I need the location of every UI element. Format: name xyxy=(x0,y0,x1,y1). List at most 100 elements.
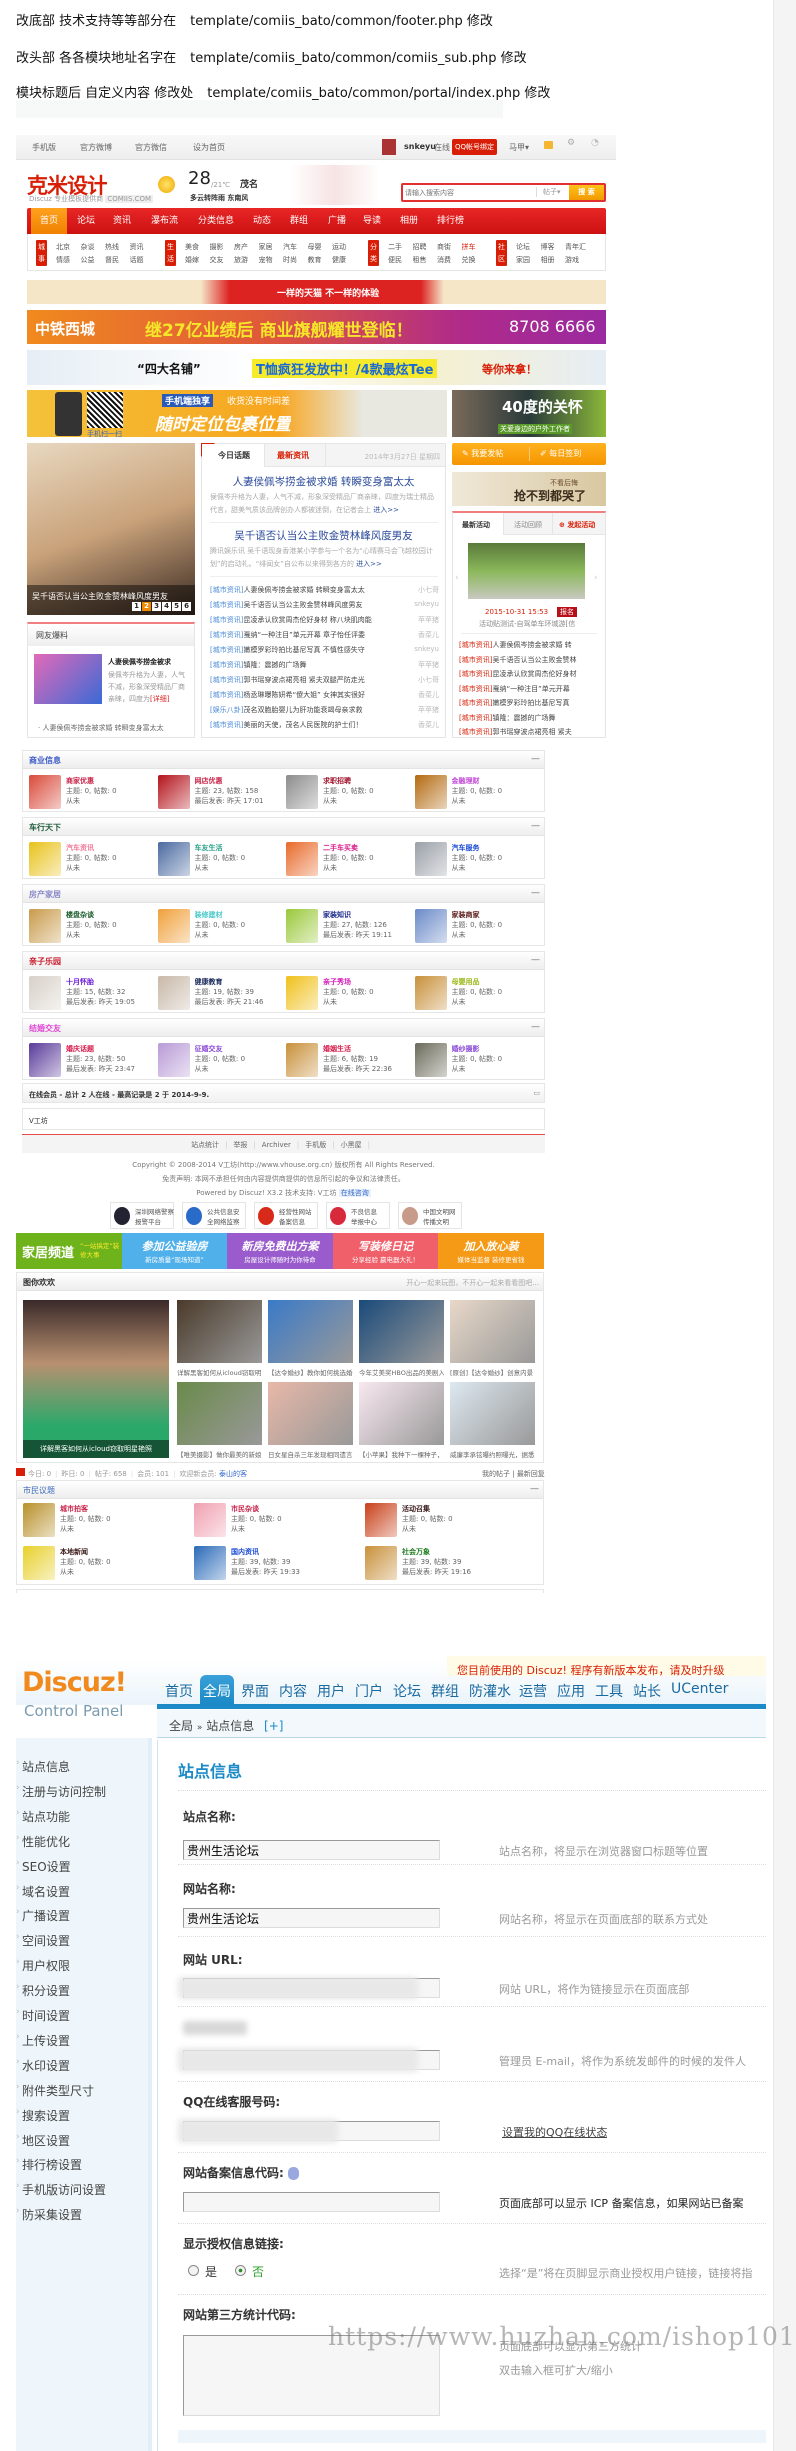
subnav-item[interactable]: 博客 xyxy=(541,242,555,252)
baoliao-list-item[interactable]: · 人妻侯佩岑捞金被求婚 转瞬变身富太太 xyxy=(38,723,164,733)
news-title[interactable]: 戛纳“一种注目”单元开幕 章子怡任评委 xyxy=(243,631,364,639)
promo-banner[interactable]: 参加公益验房 新房质量“现场知道” xyxy=(121,1233,228,1269)
admin-sidebar-item[interactable]: › 地区设置 xyxy=(16,2132,70,2149)
forum-item[interactable]: 国内资讯 主题: 39, 帖数: 39 最后发表: 昨天 19:33 xyxy=(194,1546,319,1582)
forum-name[interactable]: 亲子秀场 xyxy=(323,977,351,987)
picture-caption[interactable]: 威廉李承铉曝约照曝光，据悉 xyxy=(450,1449,535,1459)
admin-sidebar-item[interactable]: › 站点功能 xyxy=(16,1808,70,1825)
picture-thumb[interactable] xyxy=(359,1382,444,1445)
admin-nav-tab[interactable]: 防灌水 xyxy=(466,1678,514,1702)
picture-caption[interactable]: 【小苹果】我种下一棵种子， xyxy=(359,1449,444,1459)
forum-name[interactable]: 网店优惠 xyxy=(195,776,223,786)
nav-item[interactable]: 分类信息 xyxy=(198,208,234,234)
newest-member-link[interactable]: 泰山的客 xyxy=(219,1470,247,1478)
news-title[interactable]: 郭书瑶穿波点裙亮相 紧夫双腿严防走光 xyxy=(243,676,364,684)
news-tag[interactable]: [城市资讯] xyxy=(210,676,243,684)
news-tag[interactable]: [城市资讯] xyxy=(459,714,492,722)
forum-icon[interactable] xyxy=(414,1043,447,1077)
news-title[interactable]: 郭书瑶穿波点裙亮相 紧夫 xyxy=(492,728,571,736)
subnav-item[interactable]: 健康 xyxy=(332,255,346,265)
news-list-item[interactable]: [娱乐八卦]茂名双胞胎婴儿为肝功能衰竭母亲求救 xyxy=(210,705,400,715)
news-list-item[interactable]: [城市资讯]人妻侯佩岑捞金被求婚 转瞬变身富太太 xyxy=(210,585,400,595)
subnav-item[interactable]: 摄影 xyxy=(210,242,224,252)
more-link[interactable]: 进入>> xyxy=(356,560,382,568)
collapse-icon[interactable]: — xyxy=(531,754,540,764)
trust-badge[interactable]: 中国文明网 传播文明 xyxy=(398,1202,462,1229)
topbar-link[interactable]: 官方微信 xyxy=(135,142,167,153)
forum-item[interactable]: 求职招聘 主题: 0, 帖数: 0 从未 xyxy=(286,775,411,811)
baoliao-image[interactable] xyxy=(34,654,102,704)
news-list-item[interactable]: [城市资讯]杨丞琳曝陈妍希“傻大姐” 女神其实很好 xyxy=(210,690,400,700)
subnav-item[interactable]: 宠物 xyxy=(259,255,273,265)
forum-item[interactable]: 装修建材 主题: 0, 帖数: 0 从未 xyxy=(157,909,283,945)
news-title[interactable]: 嫩模罗彩玲拍比基尼写真 不慎性感失守 xyxy=(243,646,364,654)
subnav-item[interactable]: 公益 xyxy=(81,255,95,265)
featured-slider[interactable]: 吴千语否认当公主败金赞林峰风度男友 123456 xyxy=(27,443,195,615)
admin-sidebar-item[interactable]: › 水印设置 xyxy=(16,2057,70,2074)
promo-banner[interactable]: 加入放心装 媒体当监督 装修更省钱 xyxy=(438,1233,544,1269)
news-title[interactable]: 戛纳“一种注目”单元开幕 xyxy=(492,685,569,693)
news-author[interactable]: 小七哥 xyxy=(418,675,439,685)
news-author[interactable]: 香菜儿 xyxy=(418,720,439,730)
admin-sidebar-item[interactable]: › 搜索设置 xyxy=(16,2107,70,2124)
more-link[interactable]: 进入>> xyxy=(373,506,399,514)
forum-item[interactable]: 社会万象 主题: 39, 帖数: 39 最后发表: 昨天 19:16 xyxy=(365,1546,490,1582)
forum-name[interactable]: 母婴用品 xyxy=(452,977,480,987)
picture-caption[interactable]: 日女星自杀三年发现相同遗言 xyxy=(268,1449,353,1459)
news-title[interactable]: 镇隆：震撼的广场舞 xyxy=(243,661,306,669)
discuz-logo[interactable]: Discuz! xyxy=(22,1667,126,1698)
admin-sidebar-item[interactable]: › 积分设置 xyxy=(16,1982,70,1999)
forum-icon[interactable] xyxy=(365,1503,397,1537)
forum-name[interactable]: 健康教育 xyxy=(195,977,223,987)
picture-caption[interactable]: [原创]【达令婚纱】创意内景 xyxy=(450,1367,535,1377)
forum-icon[interactable] xyxy=(157,842,190,876)
subnav-item[interactable]: 相册 xyxy=(541,255,555,265)
collapse-icon[interactable]: — xyxy=(530,1484,539,1494)
subnav-item[interactable]: 运动 xyxy=(332,242,346,252)
news-tag[interactable]: [娱乐八卦] xyxy=(210,706,243,714)
tab-latest-activity[interactable]: 最新活动 xyxy=(453,513,503,536)
subnav-item[interactable]: 家园 xyxy=(516,255,530,265)
forum-item[interactable]: 二手车买卖 主题: 0, 帖数: 0 从未 xyxy=(286,842,411,878)
forum-item[interactable]: 车友生活 主题: 0, 帖数: 0 从未 xyxy=(157,842,283,878)
forum-name[interactable]: 装修建材 xyxy=(195,910,223,920)
picture-caption[interactable]: 【达令婚纱】教你如何挑选婚 xyxy=(268,1367,353,1377)
forum-icon[interactable] xyxy=(414,842,447,876)
admin-sidebar-item[interactable]: › 防采集设置 xyxy=(16,2206,82,2223)
forum-item[interactable]: 婚庆话题 主题: 23, 帖数: 50 最后发表: 昨天 23:47 xyxy=(29,1043,154,1079)
forum-name[interactable]: 征婚交友 xyxy=(195,1044,223,1054)
slider-page-button[interactable]: 6 xyxy=(182,602,191,611)
activity-list-item[interactable]: [城市资讯]镇隆：震撼的广场舞 xyxy=(459,713,599,723)
slider-page-button[interactable]: 3 xyxy=(152,602,161,611)
slider-page-button[interactable]: 4 xyxy=(162,602,171,611)
footer-link[interactable]: 站点统计 xyxy=(191,1141,219,1149)
news-author[interactable]: 苹苹猪 xyxy=(418,660,439,670)
trust-badge[interactable]: 公共信息安 全网络监察 xyxy=(182,1202,246,1229)
admin-sidebar-item[interactable]: › 用户权限 xyxy=(16,1957,70,1974)
admin-nav-tab[interactable]: 首页 xyxy=(162,1678,196,1702)
promo-banner[interactable]: 新房免费出方案 房屋设计师随时为你待命 xyxy=(227,1233,333,1269)
footer-link[interactable]: 手机版 xyxy=(305,1141,326,1149)
news-title[interactable]: 镇隆：震撼的广场舞 xyxy=(492,714,555,722)
forum-icon[interactable] xyxy=(286,842,318,876)
user-avatar[interactable] xyxy=(382,139,396,155)
forum-icon[interactable] xyxy=(286,909,318,943)
forum-item[interactable]: 楼盘杂谈 主题: 0, 帖数: 0 从未 xyxy=(29,909,154,945)
activity-list-item[interactable]: [城市资讯]人妻侯佩岑捞金被求婚 转 xyxy=(459,640,599,650)
upgrade-notice[interactable]: 您目前使用的 Discuz! 程序有新版本发布，请及时升级 xyxy=(447,1656,766,1676)
forum-item[interactable]: 汽车服务 主题: 0, 帖数: 0 从未 xyxy=(414,842,540,878)
forum-name[interactable]: 市民杂谈 xyxy=(231,1504,259,1514)
my-posts-link[interactable]: 我的帖子 xyxy=(482,1470,510,1478)
forum-name[interactable]: 商家优惠 xyxy=(66,776,94,786)
tmall-banner-ad[interactable]: 一样的天猫 不一样的体验 xyxy=(27,280,606,304)
activity-list-item[interactable]: [城市资讯]戛纳“一种注目”单元开幕 xyxy=(459,684,599,694)
admin-sidebar-item[interactable]: › 附件类型尺寸 xyxy=(16,2082,94,2099)
subnav-item[interactable]: 汽车 xyxy=(283,242,297,252)
qq-bind-button[interactable]: QQ帐号绑定 xyxy=(452,139,498,155)
news-title[interactable]: 杨丞琳曝陈妍希“傻大姐” 女神其实很好 xyxy=(243,691,364,699)
forum-name[interactable]: 城市拍客 xyxy=(60,1504,88,1514)
signup-badge[interactable]: 报名 xyxy=(557,607,577,617)
baoliao-item-title[interactable]: 人妻侯佩岑捞金被求 xyxy=(108,657,171,667)
admin-nav-tab[interactable]: 应用 xyxy=(554,1678,588,1702)
license-yes-radio[interactable] xyxy=(188,2265,199,2276)
